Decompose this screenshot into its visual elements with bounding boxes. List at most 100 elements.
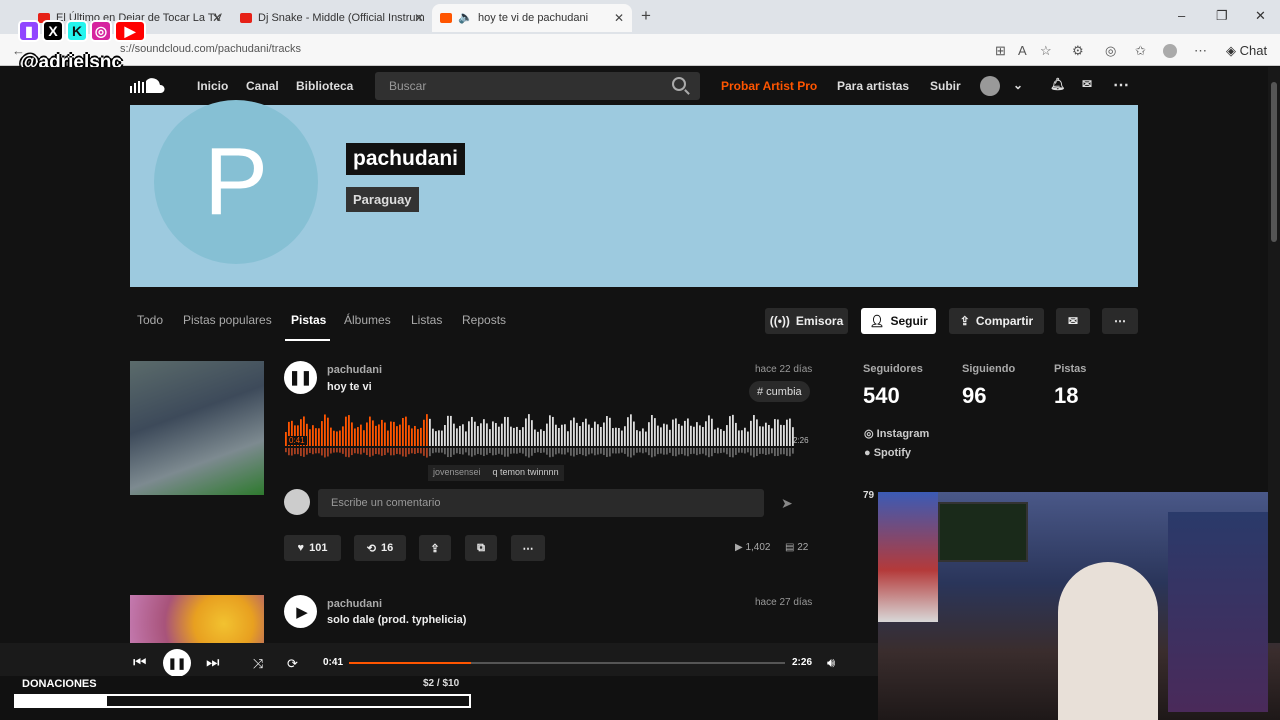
waveform-bar	[735, 422, 737, 446]
copy-link-button[interactable]: ⧉	[465, 535, 497, 561]
search-input[interactable]: Buscar	[375, 72, 700, 100]
follow-button[interactable]: 👤︎ Seguir	[861, 308, 936, 334]
message-button[interactable]: ✉	[1056, 308, 1090, 334]
share-track-button[interactable]: ⇪	[419, 535, 451, 561]
genre-tag[interactable]: # cumbia	[749, 381, 810, 402]
waveform-reflection	[633, 448, 635, 456]
waveform-bar	[369, 416, 371, 446]
pause-button[interactable]: ❚❚	[284, 361, 317, 394]
waveform-bar	[699, 425, 701, 446]
waveform-reflection	[759, 448, 761, 454]
tab-label: Dj Snake - Middle (Official Instrum	[258, 12, 425, 24]
track-artist[interactable]: pachudani	[327, 598, 382, 610]
upload-link[interactable]: Subir	[930, 79, 961, 93]
new-tab-icon[interactable]: +	[641, 6, 651, 26]
apps-icon[interactable]: ⊞	[995, 43, 1006, 59]
browser-tab-3[interactable]: 🔈 hoy te vi de pachudani ✕	[432, 4, 632, 32]
like-button[interactable]: ♥ 101	[284, 535, 341, 561]
previous-icon[interactable]: ⏮︎	[133, 654, 147, 671]
url-text[interactable]: s://soundcloud.com/pachudani/tracks	[120, 43, 301, 55]
waveform-reflection	[483, 448, 485, 457]
search-icon[interactable]	[672, 77, 686, 91]
copilot-chat-button[interactable]: ◈ Chat	[1226, 43, 1267, 59]
player-progress-bar[interactable]	[349, 662, 785, 664]
tracking-icon[interactable]: ◎	[1105, 43, 1116, 59]
track-artwork[interactable]	[130, 361, 264, 495]
waveform-reflection	[303, 448, 305, 457]
waveform-reflection	[603, 448, 605, 456]
tracks-label[interactable]: Pistas	[1054, 363, 1086, 375]
share-button[interactable]: ⇪ Compartir	[949, 308, 1044, 334]
timed-comment[interactable]: jovensensei q temon twinnnn	[428, 465, 564, 481]
tab-listas[interactable]: Listas	[411, 313, 442, 327]
more-track-button[interactable]: ⋯	[511, 535, 545, 561]
try-artist-pro-link[interactable]: Probar Artist Pro	[721, 79, 817, 93]
close-tab-icon[interactable]: ✕	[212, 11, 222, 25]
tab-albumes[interactable]: Álbumes	[344, 313, 391, 327]
messages-icon[interactable]: ✉	[1082, 77, 1092, 91]
waveform-reflection	[615, 448, 617, 454]
extensions-icon[interactable]: ⚙	[1072, 43, 1084, 59]
close-tab-icon[interactable]: ✕	[414, 11, 424, 25]
browser-tab-2[interactable]: Dj Snake - Middle (Official Instrum ✕	[232, 4, 432, 32]
notifications-bell-icon[interactable]: 🔔︎	[1050, 77, 1065, 91]
scrollbar-thumb[interactable]	[1271, 82, 1277, 242]
chevron-down-icon[interactable]: ⌄	[1013, 78, 1023, 92]
read-aloud-icon[interactable]: A	[1018, 43, 1027, 58]
more-icon[interactable]: ⋯	[1194, 43, 1207, 59]
shuffle-icon[interactable]: ⤨	[253, 656, 263, 672]
pause-icon: ❚❚	[167, 657, 187, 670]
followers-count[interactable]: 540	[863, 383, 900, 409]
following-count[interactable]: 96	[962, 383, 986, 409]
waveform-bar	[441, 430, 443, 446]
waveform-bar	[687, 418, 689, 446]
favorite-star-icon[interactable]: ☆	[1040, 43, 1052, 59]
for-artists-link[interactable]: Para artistas	[837, 79, 909, 93]
minimize-icon[interactable]: –	[1178, 8, 1185, 23]
nav-biblioteca[interactable]: Biblioteca	[296, 79, 353, 93]
tab-pistas-populares[interactable]: Pistas populares	[183, 313, 272, 327]
waveform-bar	[453, 423, 455, 446]
comment-input[interactable]: Escribe un comentario	[318, 489, 764, 517]
favorites-icon[interactable]: ✩	[1135, 43, 1146, 59]
repeat-icon[interactable]: ⟳	[287, 656, 298, 672]
user-avatar[interactable]	[980, 76, 1000, 96]
waveform-reflection	[291, 448, 293, 456]
repost-button[interactable]: ⟲ 16	[354, 535, 406, 561]
instagram-link[interactable]: ◎ Instagram	[864, 427, 929, 440]
waveform-bar	[714, 429, 716, 446]
page-scrollbar[interactable]	[1268, 67, 1280, 643]
player-pause-button[interactable]: ❚❚	[163, 649, 191, 677]
spotify-link[interactable]: ● Spotify	[864, 447, 911, 459]
waveform-bar	[624, 426, 626, 446]
track-title[interactable]: hoy te vi	[327, 381, 372, 393]
send-icon[interactable]: ➤	[781, 495, 793, 512]
track-title[interactable]: solo dale (prod. typhelicia)	[327, 614, 466, 626]
waveform-reflection	[642, 448, 644, 454]
more-button[interactable]: ⋯	[1102, 308, 1138, 334]
more-options-icon[interactable]: ⋯	[1113, 75, 1129, 95]
followers-label[interactable]: Seguidores	[863, 363, 923, 375]
tab-todo[interactable]: Todo	[137, 313, 163, 327]
tracks-count[interactable]: 18	[1054, 383, 1078, 409]
tab-reposts[interactable]: Reposts	[462, 313, 506, 327]
profile-icon[interactable]	[1163, 44, 1177, 58]
play-button[interactable]: ▶	[284, 595, 317, 628]
track-artist[interactable]: pachudani	[327, 364, 382, 376]
following-label[interactable]: Siguiendo	[962, 363, 1015, 375]
close-tab-icon[interactable]: ✕	[614, 11, 624, 25]
nav-inicio[interactable]: Inicio	[197, 79, 228, 93]
next-icon[interactable]: ⏭︎	[206, 654, 220, 671]
station-button[interactable]: ((•)) Emisora	[765, 308, 848, 334]
speaker-icon: 🔈	[458, 10, 473, 24]
tab-pistas[interactable]: Pistas	[291, 313, 326, 327]
waveform-reflection	[390, 448, 392, 456]
maximize-icon[interactable]: ❐	[1216, 8, 1228, 24]
track-artwork[interactable]	[130, 595, 264, 643]
close-window-icon[interactable]: ✕	[1255, 8, 1266, 24]
waveform-reflection	[393, 448, 395, 456]
soundcloud-logo[interactable]	[130, 78, 170, 94]
volume-icon[interactable]: 🔊︎	[827, 655, 835, 671]
waveform[interactable]	[285, 408, 795, 460]
nav-canal[interactable]: Canal	[246, 79, 279, 93]
